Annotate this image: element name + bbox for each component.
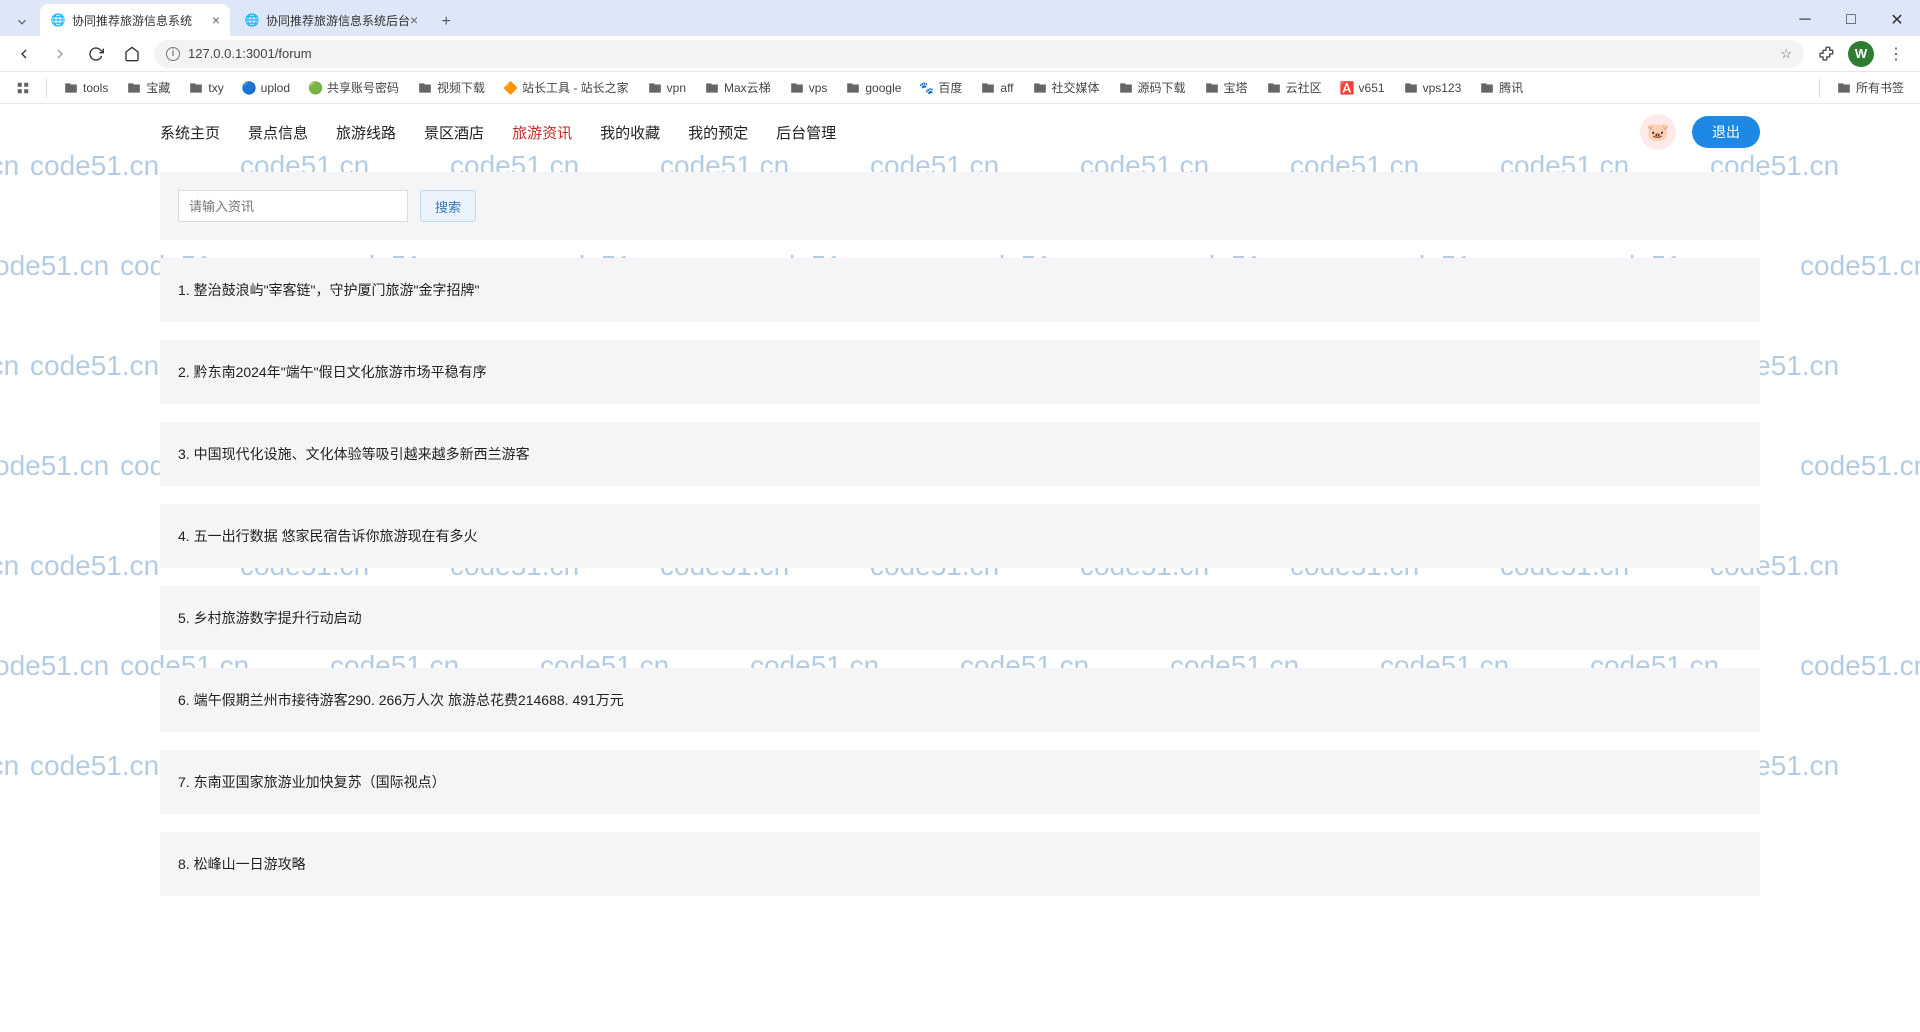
bookmark-item[interactable]: Max云梯 — [698, 76, 777, 99]
bookmark-item[interactable]: txy — [182, 78, 229, 98]
url-text: 127.0.0.1:3001/forum — [188, 46, 312, 61]
window-minimize-button[interactable]: ─ — [1782, 4, 1828, 36]
bookmark-item[interactable]: 腾讯 — [1473, 76, 1529, 99]
bookmark-label: aff — [1000, 81, 1013, 95]
bookmark-item[interactable]: 视频下载 — [411, 76, 491, 99]
bookmark-label: 宝藏 — [146, 79, 170, 96]
tab-title: 协同推荐旅游信息系统 — [72, 12, 192, 29]
bookmark-label: 社交媒体 — [1052, 79, 1100, 96]
bookmark-label: 百度 — [938, 79, 962, 96]
bookmark-item[interactable]: 宝藏 — [120, 76, 176, 99]
article-list: 1. 整治鼓浪屿"宰客链"，守护厦门旅游"金字招牌" 2. 黔东南2024年"端午… — [160, 258, 1760, 896]
bookmark-label: vps — [809, 81, 828, 95]
browser-tab[interactable]: 🌐 协同推荐旅游信息系统 × — [40, 4, 230, 36]
bookmark-item[interactable]: vpn — [641, 78, 692, 98]
article-item[interactable]: 5. 乡村旅游数字提升行动启动 — [160, 586, 1760, 650]
apps-icon[interactable] — [10, 78, 36, 98]
bookmark-star-icon[interactable]: ☆ — [1780, 46, 1792, 62]
tab-favicon: 🌐 — [244, 12, 260, 28]
bookmark-label: google — [865, 81, 901, 95]
article-item[interactable]: 2. 黔东南2024年"端午"假日文化旅游市场平稳有序 — [160, 340, 1760, 404]
site-info-icon[interactable]: i — [166, 47, 180, 61]
window-close-button[interactable]: ✕ — [1874, 4, 1920, 36]
browser-tab[interactable]: 🌐 协同推荐旅游信息系统后台× — [234, 4, 428, 36]
all-bookmarks-button[interactable]: 所有书签 — [1830, 76, 1910, 99]
bookmark-favicon: 🅰️ — [1340, 81, 1355, 95]
bookmark-label: 视频下载 — [437, 79, 485, 96]
bookmark-item[interactable]: google — [839, 78, 907, 98]
browser-address-bar: i 127.0.0.1:3001/forum ☆ W ⋮ — [0, 36, 1920, 72]
new-tab-button[interactable]: + — [432, 8, 460, 36]
folder-icon — [1836, 81, 1852, 95]
bookmark-favicon: 🔶 — [503, 81, 518, 95]
tab-close-icon[interactable]: × — [410, 12, 418, 28]
bookmark-label: 源码下载 — [1138, 79, 1186, 96]
nav-forward-button[interactable] — [46, 40, 74, 68]
bookmark-favicon: 🟢 — [308, 81, 323, 95]
nav-link[interactable]: 我的收藏 — [600, 122, 660, 143]
bookmark-item[interactable]: vps123 — [1397, 78, 1468, 98]
profile-avatar[interactable]: W — [1848, 41, 1874, 67]
nav-link[interactable]: 系统主页 — [160, 122, 220, 143]
all-bookmarks-label: 所有书签 — [1856, 79, 1904, 96]
bookmark-label: 共享账号密码 — [327, 79, 399, 96]
nav-home-button[interactable] — [118, 40, 146, 68]
bookmark-item[interactable]: 云社区 — [1260, 76, 1328, 99]
article-item[interactable]: 1. 整治鼓浪屿"宰客链"，守护厦门旅游"金字招牌" — [160, 258, 1760, 322]
nav-reload-button[interactable] — [82, 40, 110, 68]
bookmark-item[interactable]: 🟢 共享账号密码 — [302, 76, 405, 99]
search-panel: 搜索 — [160, 172, 1760, 240]
url-input[interactable]: i 127.0.0.1:3001/forum ☆ — [154, 40, 1804, 68]
bookmark-favicon: 🐾 — [919, 81, 934, 95]
nav-back-button[interactable] — [10, 40, 38, 68]
nav-link[interactable]: 后台管理 — [776, 122, 836, 143]
bookmark-label: tools — [83, 81, 108, 95]
piggy-avatar-icon[interactable]: 🐷 — [1640, 114, 1676, 150]
window-maximize-button[interactable]: □ — [1828, 4, 1874, 36]
browser-menu-icon[interactable]: ⋮ — [1882, 40, 1910, 68]
tab-title: 协同推荐旅游信息系统后台 — [266, 12, 410, 29]
bookmark-label: v651 — [1359, 81, 1385, 95]
bookmark-item[interactable]: 社交媒体 — [1026, 76, 1106, 99]
bookmark-label: 云社区 — [1286, 79, 1322, 96]
browser-titlebar: 🌐协同推荐旅游信息系统×🌐协同推荐旅游信息系统后台× + ─ □ ✕ — [0, 0, 1920, 36]
nav-link[interactable]: 景区酒店 — [424, 122, 484, 143]
bookmark-label: uplod — [261, 81, 290, 95]
site-navbar: 系统主页 景点信息 旅游线路 景区酒店 旅游资讯 我的收藏 我的预定 后台管理 🐷 退出 — [0, 104, 1920, 160]
nav-link[interactable]: 旅游线路 — [336, 122, 396, 143]
bookmark-label: vps123 — [1423, 81, 1462, 95]
logout-button[interactable]: 退出 — [1692, 116, 1760, 148]
bookmark-item[interactable]: aff — [974, 78, 1019, 98]
article-item[interactable]: 6. 端午假期兰州市接待游客290. 266万人次 旅游总花费214688. 4… — [160, 668, 1760, 732]
bookmark-favicon: 🔵 — [242, 81, 257, 95]
bookmark-item[interactable]: 🔵 uplod — [236, 78, 296, 98]
bookmark-item[interactable]: 🅰️ v651 — [1334, 78, 1391, 98]
bookmark-item[interactable]: 源码下载 — [1112, 76, 1192, 99]
bookmark-label: vpn — [667, 81, 686, 95]
bookmarks-bar: tools 宝藏 txy 🔵 uplod 🟢 共享账号密码 视频下载 🔶 站长工具 - 站长之家 v… — [0, 72, 1920, 104]
tab-search-icon[interactable] — [8, 8, 36, 36]
article-item[interactable]: 8. 松峰山一日游攻略 — [160, 832, 1760, 896]
nav-link[interactable]: 旅游资讯 — [512, 122, 572, 143]
nav-link[interactable]: 景点信息 — [248, 122, 308, 143]
bookmark-item[interactable]: vps — [783, 78, 834, 98]
bookmark-label: 宝塔 — [1224, 79, 1248, 96]
bookmark-item[interactable]: tools — [57, 78, 114, 98]
tab-favicon: 🌐 — [50, 12, 66, 28]
bookmark-item[interactable]: 🔶 站长工具 - 站长之家 — [497, 76, 635, 99]
bookmark-label: 腾讯 — [1499, 79, 1523, 96]
extensions-icon[interactable] — [1812, 40, 1840, 68]
nav-link[interactable]: 我的预定 — [688, 122, 748, 143]
bookmark-item[interactable]: 🐾 百度 — [913, 76, 968, 99]
article-item[interactable]: 4. 五一出行数据 悠家民宿告诉你旅游现在有多火 — [160, 504, 1760, 568]
bookmark-label: Max云梯 — [724, 79, 771, 96]
tab-close-icon[interactable]: × — [212, 12, 220, 28]
article-item[interactable]: 3. 中国现代化设施、文化体验等吸引越来越多新西兰游客 — [160, 422, 1760, 486]
bookmark-label: txy — [208, 81, 223, 95]
search-button[interactable]: 搜索 — [420, 190, 476, 222]
article-item[interactable]: 7. 东南亚国家旅游业加快复苏（国际视点） — [160, 750, 1760, 814]
bookmark-label: 站长工具 - 站长之家 — [522, 79, 629, 96]
bookmark-item[interactable]: 宝塔 — [1198, 76, 1254, 99]
search-input[interactable] — [178, 190, 408, 222]
